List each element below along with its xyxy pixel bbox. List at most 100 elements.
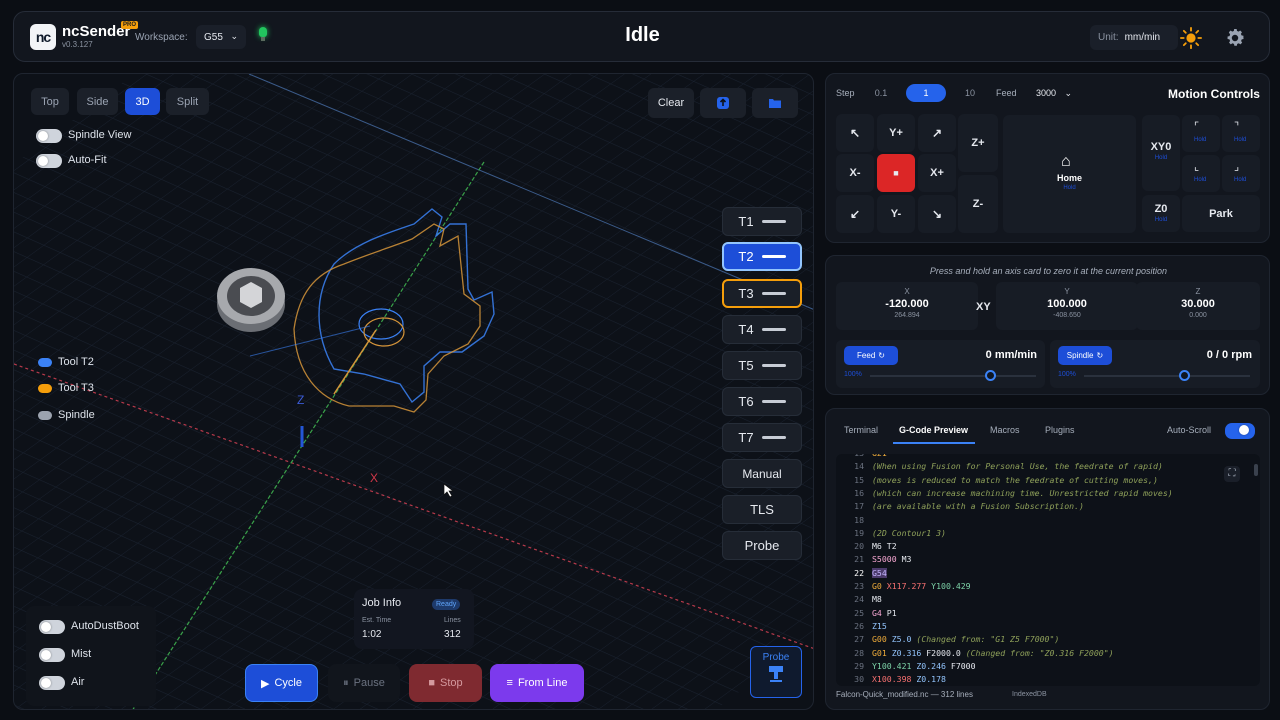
step-10-button[interactable]: 10	[952, 84, 988, 102]
gcode-line[interactable]: 16 (which can increase machining time. Un…	[836, 487, 1173, 500]
goto-corner-bottom-left-button[interactable]: ⌞ Hold	[1182, 155, 1220, 192]
zero-z-button[interactable]: Z0 Hold	[1142, 195, 1180, 232]
view-side-button[interactable]: Side	[77, 88, 118, 115]
auto-scroll-toggle[interactable]	[1225, 423, 1255, 439]
theme-toggle-button[interactable]	[1176, 23, 1206, 53]
gcode-line[interactable]: 26 Z15	[836, 620, 887, 633]
toolpath-viewport[interactable]: Z X Top Side 3D Split Spindle View Auto-…	[13, 73, 814, 710]
zero-xy-button[interactable]: XY0 Hold	[1142, 115, 1180, 191]
tab-gcode-preview[interactable]: G-Code Preview	[899, 425, 968, 435]
gcode-line[interactable]: 19 (2D Contour1 3)	[836, 527, 946, 540]
clear-button[interactable]: Clear	[648, 88, 694, 118]
motion-controls-panel: Step 0.1 1 10 Feed 3000 ⌄ Motion Control…	[825, 73, 1270, 243]
stop-icon: ■	[428, 677, 435, 689]
gcode-line-number: 29	[854, 660, 864, 671]
mist-toggle[interactable]	[39, 648, 65, 662]
jog-xplus-button[interactable]: X+	[918, 154, 956, 192]
y-axis-card[interactable]: Y 100.000 -408.650	[996, 282, 1138, 330]
view-top-button[interactable]: Top	[31, 88, 69, 115]
jog-xplus-yplus-button[interactable]: ↗	[918, 114, 956, 152]
gcode-line[interactable]: 20 M6 T2	[836, 540, 897, 553]
park-button[interactable]: Park	[1182, 195, 1260, 232]
autodustboot-toggle[interactable]	[39, 620, 65, 634]
gcode-line[interactable]: 25 G4 P1	[836, 607, 897, 620]
gcode-line[interactable]: 13 G21	[836, 454, 887, 460]
gcode-line[interactable]: 23 G0 X117.277 Y100.429	[836, 580, 970, 593]
gcode-line-text: S5000 M3	[872, 554, 912, 565]
gcode-line[interactable]: 29 Y100.421 Z0.246 F7000	[836, 660, 975, 673]
settings-button[interactable]	[1220, 23, 1250, 53]
unit-toggle[interactable]: Unit: mm/min	[1090, 25, 1178, 50]
goto-corner-bottom-right-button[interactable]: ⌟ Hold	[1222, 155, 1260, 192]
jog-xplus-yminus-button[interactable]: ↘	[918, 195, 956, 233]
feed-override-slider[interactable]	[870, 375, 1036, 377]
jog-zplus-button[interactable]: Z+	[958, 114, 998, 172]
xy-zero-button[interactable]: XY	[976, 301, 992, 313]
jog-yminus-button[interactable]: Y-	[877, 195, 915, 233]
tab-macros[interactable]: Macros	[990, 425, 1020, 435]
tool-t5-button[interactable]: T5	[722, 351, 802, 380]
goto-corner-top-left-button[interactable]: ⌜ Hold	[1182, 115, 1220, 152]
gcode-line[interactable]: 17 (are available with a Fusion Subscript…	[836, 500, 1084, 513]
gcode-line[interactable]: 18	[836, 514, 872, 527]
spindle-override-knob[interactable]	[1178, 370, 1190, 381]
spindle-view-toggle[interactable]	[36, 129, 62, 143]
goto-corner-top-right-button[interactable]: ⌝ Hold	[1222, 115, 1260, 152]
tool-t2-button[interactable]: T2	[722, 242, 802, 271]
feed-select[interactable]: 3000 ⌄	[1036, 88, 1072, 99]
air-toggle[interactable]	[39, 676, 65, 690]
upload-button[interactable]	[700, 88, 746, 118]
spindle-reset-button[interactable]: Spindle ↻	[1058, 346, 1112, 365]
jog-zminus-button[interactable]: Z-	[958, 175, 998, 233]
probe-shortcut-button[interactable]: Probe	[750, 646, 802, 698]
gcode-line[interactable]: 24 M8	[836, 593, 882, 606]
home-button[interactable]: ⌂ Home Hold	[1003, 115, 1136, 233]
gcode-line-text: Z15	[872, 620, 887, 631]
x-axis-card[interactable]: X -120.000 264.894	[836, 282, 978, 330]
gcode-line[interactable]: 21 S5000 M3	[836, 553, 911, 566]
step-0.1-button[interactable]: 0.1	[864, 84, 898, 102]
gcode-line[interactable]: 15 (moves is reduced to match the feedrat…	[836, 474, 1158, 487]
pause-button[interactable]: ⏸ Pause	[328, 664, 400, 702]
jog-xminus-yplus-button[interactable]: ↖	[836, 114, 874, 152]
view-3d-button[interactable]: 3D	[125, 88, 160, 115]
tls-button[interactable]: TLS	[722, 495, 802, 524]
feed-override-knob[interactable]	[984, 370, 996, 381]
probe-button[interactable]: Probe	[722, 531, 802, 560]
scrollbar[interactable]	[1254, 464, 1258, 476]
auto-fit-toggle[interactable]	[36, 154, 62, 168]
tab-plugins[interactable]: Plugins	[1045, 425, 1075, 435]
run-from-line-button[interactable]: ≡ From Line	[490, 664, 584, 702]
cycle-start-button[interactable]: ▶ Cycle	[245, 664, 318, 702]
tool-t4-button[interactable]: T4	[722, 315, 802, 344]
feed-reset-button[interactable]: Feed ↻	[844, 346, 898, 365]
tool-t7-button[interactable]: T7	[722, 423, 802, 452]
view-split-button[interactable]: Split	[166, 88, 209, 115]
jog-xminus-button[interactable]: X-	[836, 154, 874, 192]
jog-stop-button[interactable]: ■	[877, 154, 915, 192]
manual-tool-button[interactable]: Manual	[722, 459, 802, 488]
gcode-line-text: (moves is reduced to match the feedrate …	[872, 474, 1158, 485]
jog-yplus-button[interactable]: Y+	[877, 114, 915, 152]
stop-button[interactable]: ■ Stop	[409, 664, 482, 702]
open-folder-button[interactable]	[752, 88, 798, 118]
spindle-override-slider[interactable]	[1084, 375, 1250, 377]
gcode-line[interactable]: 22 G54	[836, 567, 887, 580]
gcode-line[interactable]: 30 X100.398 Z0.178	[836, 673, 946, 686]
jog-xminus-yminus-button[interactable]: ↙	[836, 195, 874, 233]
tool-t1-button[interactable]: T1	[722, 207, 802, 236]
feed-override-percent: 100%	[844, 371, 862, 378]
z-axis-card[interactable]: Z 30.000 0.000	[1136, 282, 1260, 330]
step-1-button[interactable]: 1	[906, 84, 946, 102]
expand-icon[interactable]: ⛶	[1224, 466, 1240, 482]
gcode-line[interactable]: 27 G00 Z5.0 (Changed from: "G1 Z5 F7000")	[836, 633, 1059, 646]
tool-t6-button[interactable]: T6	[722, 387, 802, 416]
gcode-preview[interactable]: ⛶ 13 G21 14 (When using Fusion for Personal…	[836, 454, 1260, 686]
tab-terminal[interactable]: Terminal	[844, 425, 878, 435]
tool-t3-button[interactable]: T3	[722, 279, 802, 308]
x-axis-label: X	[904, 287, 910, 296]
gcode-line[interactable]: 28 G01 Z0.316 F2000.0 (Changed from: "Z0.…	[836, 647, 1113, 660]
motion-controls-title: Motion Controls	[1168, 87, 1260, 101]
gcode-line[interactable]: 14 (When using Fusion for Personal Use, t…	[836, 460, 1163, 473]
corner-top-left-icon: ⌜	[1194, 121, 1200, 133]
